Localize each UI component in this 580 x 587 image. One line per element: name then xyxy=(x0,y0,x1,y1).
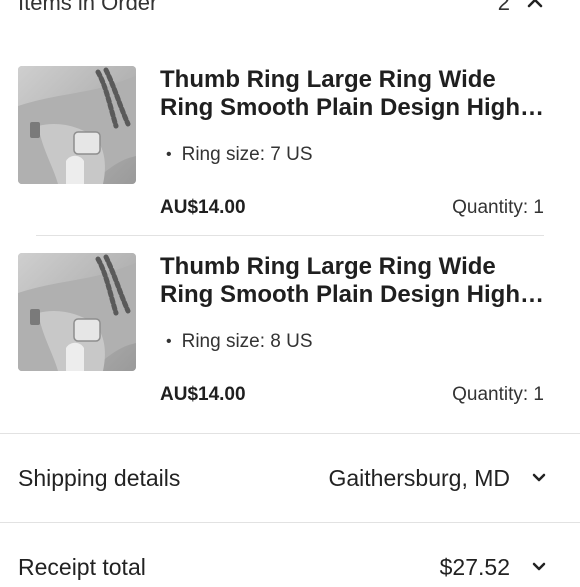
product-title[interactable]: Thumb Ring Large Ring Wide Ring Smooth P… xyxy=(160,66,544,122)
shipping-location: Gaithersburg, MD xyxy=(328,464,510,491)
section-divider xyxy=(0,433,580,434)
variant-line: • Ring size: 7 US xyxy=(166,144,313,166)
bullet-icon: • xyxy=(166,333,172,350)
variant-line: • Ring size: 8 US xyxy=(166,331,313,353)
order-item[interactable]: Thumb Ring Large Ring Wide Ring Smooth P… xyxy=(18,253,544,413)
receipt-amount: $27.52 xyxy=(439,553,510,580)
product-image[interactable] xyxy=(18,253,136,371)
chevron-down-icon[interactable] xyxy=(530,469,548,487)
product-title[interactable]: Thumb Ring Large Ring Wide Ring Smooth P… xyxy=(160,253,544,309)
item-quantity: Quantity: 1 xyxy=(452,384,544,405)
chevron-down-icon[interactable] xyxy=(530,558,548,576)
ring-hand-photo xyxy=(18,66,136,184)
item-price: AU$14.00 xyxy=(160,197,246,218)
receipt-total-row[interactable]: Receipt total $27.52 xyxy=(18,547,548,587)
shipping-right: Gaithersburg, MD xyxy=(328,465,548,492)
section-divider xyxy=(0,522,580,523)
bullet-icon: • xyxy=(166,146,172,163)
shipping-label: Shipping details xyxy=(18,464,181,491)
order-item[interactable]: Thumb Ring Large Ring Wide Ring Smooth P… xyxy=(18,66,544,226)
item-divider xyxy=(36,235,544,236)
chevron-up-icon[interactable] xyxy=(526,0,544,12)
header-right: 2 xyxy=(498,0,544,16)
product-image[interactable] xyxy=(18,66,136,184)
item-price: AU$14.00 xyxy=(160,384,246,405)
item-quantity: Quantity: 1 xyxy=(452,197,544,218)
receipt-right: $27.52 xyxy=(440,554,548,581)
receipt-label: Receipt total xyxy=(18,553,146,580)
ring-size: Ring size: 8 US xyxy=(181,331,313,352)
ring-hand-photo xyxy=(18,253,136,371)
section-title: Items in Order xyxy=(18,0,158,15)
shipping-details-row[interactable]: Shipping details Gaithersburg, MD xyxy=(18,458,548,498)
ring-size: Ring size: 7 US xyxy=(181,144,313,165)
item-count: 2 xyxy=(497,0,510,15)
items-in-order-header[interactable]: Items in Order 2 xyxy=(18,0,544,20)
